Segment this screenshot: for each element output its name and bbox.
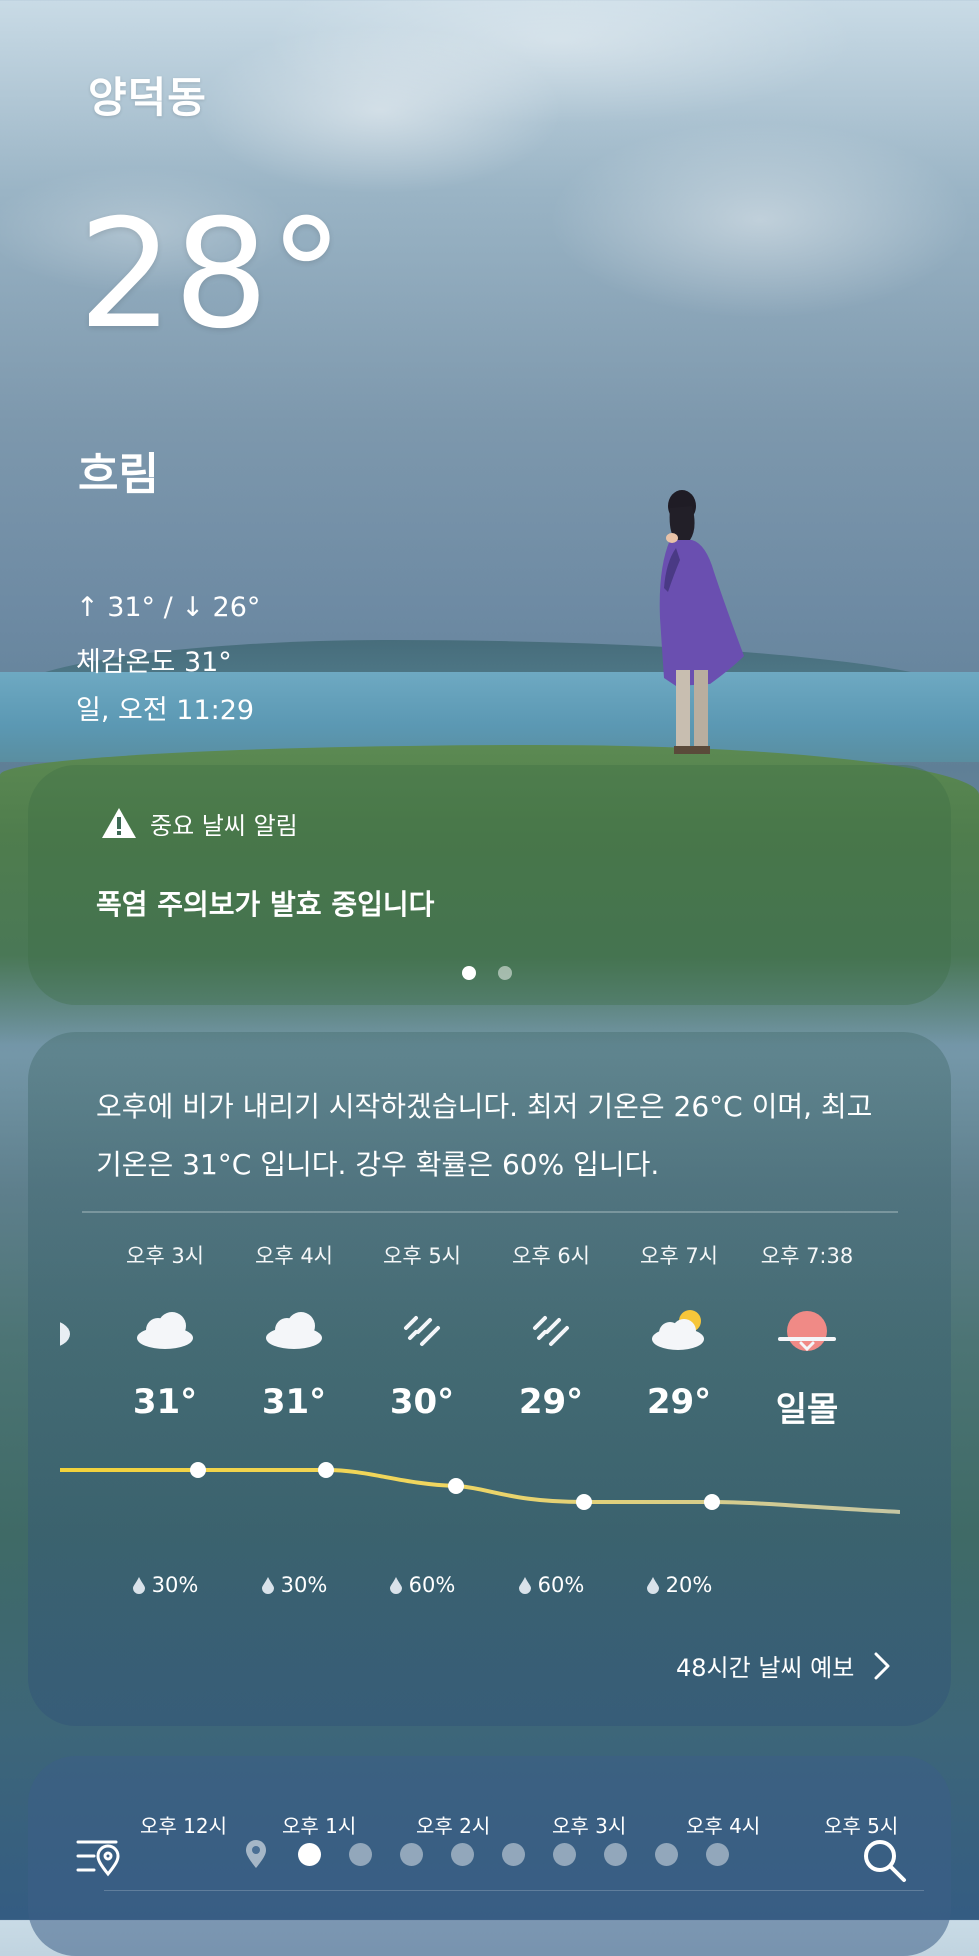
hour-time: 오후 7시 bbox=[640, 1244, 718, 1268]
timeline-label: 오후 4시 bbox=[686, 1814, 761, 1838]
rain-value: 60% bbox=[408, 1573, 456, 1597]
hour-temperature: 31° bbox=[132, 1382, 198, 1422]
hourly-forecast[interactable]: 2시 % 오후 3시 31° 30% 오후 4시 31° 30% 오후 5시 bbox=[60, 1240, 900, 1620]
timeline-dot[interactable] bbox=[655, 1843, 678, 1866]
hour-time: 오후 6시 bbox=[512, 1244, 590, 1268]
hour-temperature: 29° bbox=[646, 1382, 712, 1422]
hour-time: 오후 4시 bbox=[255, 1244, 333, 1268]
timeline-label: 오후 5시 bbox=[824, 1814, 899, 1838]
raindrop-icon bbox=[518, 1577, 531, 1594]
timeline-dot[interactable] bbox=[451, 1843, 474, 1866]
hour-rain-chance: 20% bbox=[615, 1573, 743, 1597]
hour-temperature: 31° bbox=[261, 1382, 327, 1422]
hour-column: 오후 7:38 일몰 bbox=[743, 1240, 871, 1430]
raindrop-icon bbox=[389, 1577, 402, 1594]
raindrop-icon bbox=[646, 1577, 659, 1594]
timeline-dots[interactable] bbox=[298, 1843, 729, 1866]
weather-condition: 흐림 bbox=[78, 449, 159, 500]
alert-header: 중요 날씨 알림 bbox=[100, 805, 298, 841]
temperature-point bbox=[448, 1478, 464, 1494]
temperature-point bbox=[318, 1462, 334, 1478]
hour-rain-chance: 60% bbox=[487, 1573, 615, 1597]
alert-title: 중요 날씨 알림 bbox=[150, 811, 298, 840]
timeline-dot[interactable] bbox=[502, 1843, 525, 1866]
hour-temperature: 일몰 bbox=[775, 1390, 839, 1430]
hour-temperature: 30° bbox=[389, 1382, 455, 1422]
rain-icon bbox=[358, 1284, 486, 1376]
48h-forecast-label: 48시간 날씨 예보 bbox=[676, 1654, 855, 1682]
alert-pager[interactable] bbox=[462, 966, 512, 980]
timeline-dot[interactable] bbox=[400, 1843, 423, 1866]
rain-value: 30% bbox=[151, 1573, 199, 1597]
cloud-icon bbox=[101, 1284, 229, 1376]
rain-value: 60% bbox=[537, 1573, 585, 1597]
hour-rain-chance: 30% bbox=[230, 1573, 358, 1597]
timeline-dot[interactable] bbox=[706, 1843, 729, 1866]
temperature-curve bbox=[60, 1462, 900, 1514]
48h-forecast-link[interactable]: 48시간 날씨 예보 bbox=[676, 1648, 892, 1683]
hour-column: 오후 3시 31° 30% bbox=[101, 1240, 229, 1597]
hour-rain-chance: % bbox=[60, 1573, 104, 1597]
raindrop-icon bbox=[132, 1577, 145, 1594]
warning-icon bbox=[102, 808, 136, 838]
person-illustration bbox=[659, 490, 744, 754]
timeline-label: 오후 1시 bbox=[282, 1814, 357, 1838]
divider bbox=[82, 1211, 898, 1213]
pager-dot-2[interactable] bbox=[498, 966, 512, 980]
current-temperature: 28° bbox=[78, 188, 344, 362]
forecast-summary: 오후에 비가 내리기 시작하겠습니다. 최저 기온은 26°C 이며, 최고 기… bbox=[96, 1090, 873, 1181]
pager-dot-1[interactable] bbox=[462, 966, 476, 980]
search-icon[interactable] bbox=[860, 1836, 908, 1884]
feels-like: 체감온도 31° bbox=[76, 647, 232, 678]
hour-time: 2시 bbox=[60, 1240, 104, 1274]
cloud-icon bbox=[230, 1284, 358, 1376]
chevron-right-icon bbox=[874, 1652, 890, 1679]
hour-column: 오후 4시 31° 30% bbox=[230, 1240, 358, 1597]
hour-column: 오후 6시 29° 60% bbox=[487, 1240, 615, 1597]
timeline-label: 오후 3시 bbox=[552, 1814, 627, 1838]
partly-sunny-icon bbox=[615, 1284, 743, 1376]
hour-column: 오후 7시 29° 20% bbox=[615, 1240, 743, 1597]
rain-icon bbox=[487, 1284, 615, 1376]
updated-datetime: 일, 오전 11:29 bbox=[76, 695, 255, 726]
timeline-dot[interactable] bbox=[553, 1843, 576, 1866]
temperature-point bbox=[576, 1494, 592, 1510]
location-pin-icon bbox=[246, 1840, 266, 1868]
location-list-button[interactable] bbox=[74, 1836, 122, 1880]
sunset-icon bbox=[743, 1284, 871, 1376]
timeline-dot[interactable] bbox=[349, 1843, 372, 1866]
timeline-dot[interactable] bbox=[298, 1843, 321, 1866]
location-name[interactable]: 양덕동 bbox=[88, 64, 207, 125]
divider bbox=[104, 1890, 924, 1891]
partly-cloudy-icon bbox=[60, 1284, 104, 1376]
alert-message: 폭염 주의보가 발효 중입니다 bbox=[96, 888, 435, 921]
hour-time: 오후 5시 bbox=[383, 1244, 461, 1268]
timeline-dot[interactable] bbox=[604, 1843, 627, 1866]
temperature-point bbox=[190, 1462, 206, 1478]
high-low-temperature: ↑ 31° / ↓ 26° bbox=[76, 592, 261, 623]
rain-value: 30% bbox=[280, 1573, 328, 1597]
hour-column: 오후 5시 30° 60% bbox=[358, 1240, 486, 1597]
hour-time: 오후 3시 bbox=[126, 1244, 204, 1268]
hour-temperature: 29° bbox=[518, 1382, 584, 1422]
rain-value: 20% bbox=[665, 1573, 713, 1597]
hour-temperature bbox=[60, 1382, 104, 1430]
timeline-label: 오후 2시 bbox=[416, 1814, 491, 1838]
hour-rain-chance: 30% bbox=[101, 1573, 229, 1597]
hour-rain-chance: 60% bbox=[358, 1573, 486, 1597]
hour-column: 2시 % bbox=[60, 1240, 104, 1430]
raindrop-icon bbox=[261, 1577, 274, 1594]
temperature-point bbox=[704, 1494, 720, 1510]
timeline-label: 오후 12시 bbox=[140, 1814, 228, 1838]
hour-time: 오후 7:38 bbox=[760, 1244, 854, 1268]
